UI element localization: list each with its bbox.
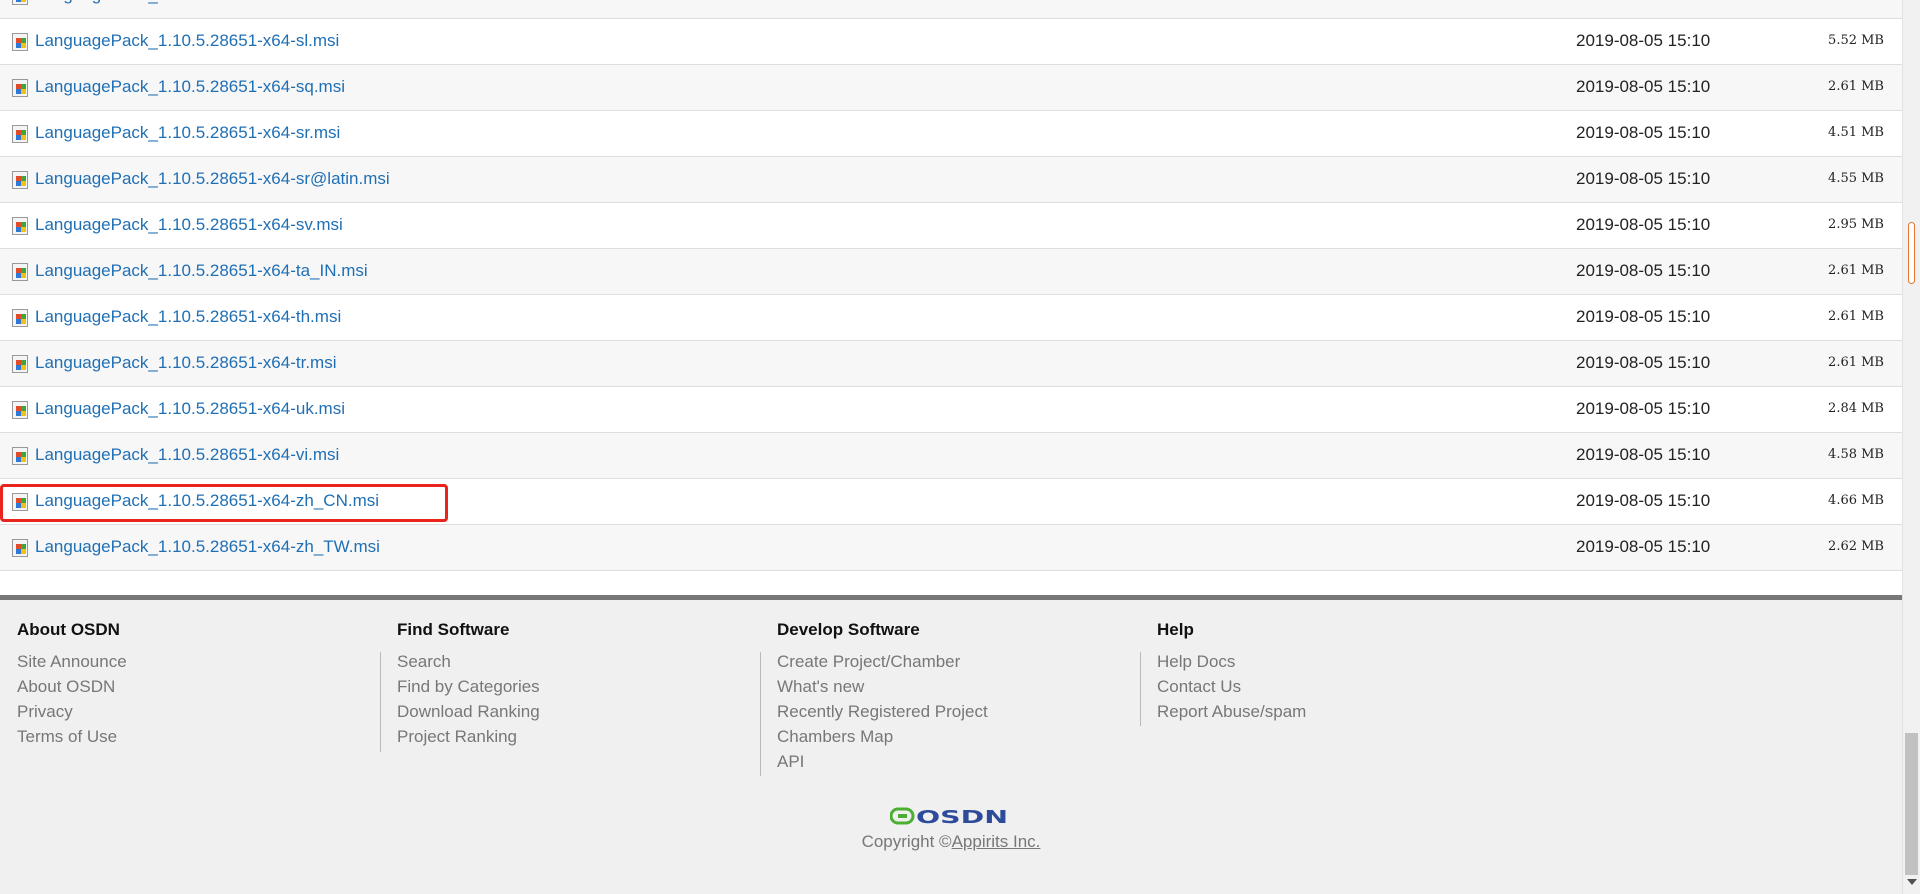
footer-link-api[interactable]: API bbox=[777, 752, 804, 772]
footer-link-find-by-categories[interactable]: Find by Categories bbox=[397, 677, 540, 697]
footer-link-whats-new[interactable]: What's new bbox=[777, 677, 864, 697]
file-download-link[interactable]: LanguagePack_1.10.5.28651-x64-sv.msi bbox=[35, 215, 343, 235]
footer-link-report-abuse[interactable]: Report Abuse/spam bbox=[1157, 702, 1306, 722]
file-download-link[interactable]: LanguagePack_1.10.5.28651-x64-sr.msi bbox=[35, 123, 340, 143]
file-date: 2019-08-05 15:10 bbox=[1576, 307, 1711, 326]
footer-link-help-docs[interactable]: Help Docs bbox=[1157, 652, 1235, 672]
footer-link-download-ranking[interactable]: Download Ranking bbox=[397, 702, 540, 722]
file-size: 5.52 MB bbox=[1828, 33, 1884, 48]
msi-file-icon bbox=[12, 309, 28, 327]
msi-file-icon bbox=[12, 217, 28, 235]
file-download-link[interactable]: LanguagePack_1.10.5.28651-x64-sk.msi bbox=[35, 0, 344, 5]
msi-file-icon bbox=[12, 33, 28, 51]
vertical-scrollbar[interactable] bbox=[1902, 0, 1920, 894]
footer-column-divider bbox=[760, 652, 761, 776]
footer-link-privacy[interactable]: Privacy bbox=[17, 702, 73, 722]
page-viewport: LanguagePack_1.10.5.28651-x64-sk.msi 2019… bbox=[0, 0, 1902, 894]
file-size: 3.57 MB bbox=[1828, 0, 1884, 2]
msi-file-icon bbox=[12, 0, 28, 5]
file-size: 2.62 MB bbox=[1828, 539, 1884, 554]
highlight-annotation-box bbox=[0, 484, 448, 522]
file-size: 2.95 MB bbox=[1828, 217, 1884, 232]
file-row: LanguagePack_1.10.5.28651-x64-th.msi 2019… bbox=[0, 295, 1902, 341]
file-row: LanguagePack_1.10.5.28651-x64-sr@latin.m… bbox=[0, 157, 1902, 203]
footer-column-title: About OSDN bbox=[17, 620, 120, 639]
file-row: LanguagePack_1.10.5.28651-x64-uk.msi 2019… bbox=[0, 387, 1902, 433]
file-date: 2019-08-05 15:10 bbox=[1576, 261, 1711, 280]
msi-file-icon bbox=[12, 171, 28, 189]
file-row: LanguagePack_1.10.5.28651-x64-sk.msi 2019… bbox=[0, 0, 1902, 19]
msi-file-icon bbox=[12, 447, 28, 465]
footer-link-chambers-map[interactable]: Chambers Map bbox=[777, 727, 893, 747]
file-size: 4.58 MB bbox=[1828, 447, 1884, 462]
file-date: 2019-08-05 15:10 bbox=[1576, 215, 1711, 234]
file-date: 2019-08-05 15:10 bbox=[1576, 399, 1711, 418]
copyright-text: Copyright © bbox=[861, 832, 952, 851]
file-size: 2.61 MB bbox=[1828, 263, 1884, 278]
file-size: 2.84 MB bbox=[1828, 401, 1884, 416]
site-footer: About OSDN Site Announce About OSDN Priv… bbox=[0, 595, 1902, 894]
footer-link-project-ranking[interactable]: Project Ranking bbox=[397, 727, 517, 747]
file-date: 2019-08-05 15:10 bbox=[1576, 0, 1710, 5]
file-size: 4.66 MB bbox=[1828, 493, 1884, 508]
footer-link-create-project[interactable]: Create Project/Chamber bbox=[777, 652, 960, 672]
file-row: LanguagePack_1.10.5.28651-x64-tr.msi 2019… bbox=[0, 341, 1902, 387]
file-size: 2.61 MB bbox=[1828, 79, 1884, 94]
file-size: 2.61 MB bbox=[1828, 309, 1884, 324]
file-date: 2019-08-05 15:10 bbox=[1576, 445, 1711, 464]
msi-file-icon bbox=[12, 539, 28, 557]
osdn-logo[interactable]: OSDN bbox=[890, 807, 1010, 825]
footer-column-title: Help bbox=[1157, 620, 1194, 639]
footer-link-site-announce[interactable]: Site Announce bbox=[17, 652, 127, 672]
file-download-link[interactable]: LanguagePack_1.10.5.28651-x64-uk.msi bbox=[35, 399, 345, 419]
msi-file-icon bbox=[12, 263, 28, 281]
appirits-link[interactable]: Appirits Inc. bbox=[952, 832, 1041, 851]
file-row: LanguagePack_1.10.5.28651-x64-sr.msi 2019… bbox=[0, 111, 1902, 157]
msi-file-icon bbox=[12, 401, 28, 419]
msi-file-icon bbox=[12, 125, 28, 143]
msi-file-icon bbox=[12, 355, 28, 373]
msi-file-icon bbox=[12, 79, 28, 97]
osdn-logo-text: OSDN bbox=[916, 807, 1008, 825]
file-download-link[interactable]: LanguagePack_1.10.5.28651-x64-ta_IN.msi bbox=[35, 261, 368, 281]
footer-link-about-osdn[interactable]: About OSDN bbox=[17, 677, 115, 697]
file-date: 2019-08-05 15:10 bbox=[1576, 169, 1711, 188]
file-date: 2019-08-05 15:10 bbox=[1576, 491, 1711, 510]
file-size: 2.61 MB bbox=[1828, 355, 1884, 370]
footer-column-divider bbox=[1140, 652, 1141, 726]
file-date: 2019-08-05 15:10 bbox=[1576, 537, 1711, 556]
file-download-link[interactable]: LanguagePack_1.10.5.28651-x64-vi.msi bbox=[35, 445, 339, 465]
file-row: LanguagePack_1.10.5.28651-x64-sl.msi 2019… bbox=[0, 19, 1902, 65]
scrollbar-thumb[interactable] bbox=[1905, 733, 1918, 875]
file-date: 2019-08-05 15:10 bbox=[1576, 353, 1711, 372]
footer-column-title: Find Software bbox=[397, 620, 510, 639]
file-row: LanguagePack_1.10.5.28651-x64-sv.msi 2019… bbox=[0, 203, 1902, 249]
file-row: LanguagePack_1.10.5.28651-x64-ta_IN.msi 2… bbox=[0, 249, 1902, 295]
footer-link-contact-us[interactable]: Contact Us bbox=[1157, 677, 1241, 697]
copyright-notice: Copyright ©Appirits Inc. bbox=[0, 832, 1902, 852]
file-size: 4.55 MB bbox=[1828, 171, 1884, 186]
footer-link-recently-registered[interactable]: Recently Registered Project bbox=[777, 702, 988, 722]
file-date: 2019-08-05 15:10 bbox=[1576, 123, 1711, 142]
file-date: 2019-08-05 15:10 bbox=[1576, 77, 1711, 96]
chevron-down-icon[interactable] bbox=[1907, 879, 1917, 885]
file-row: LanguagePack_1.10.5.28651-x64-sq.msi 2019… bbox=[0, 65, 1902, 111]
file-download-link[interactable]: LanguagePack_1.10.5.28651-x64-sr@latin.m… bbox=[35, 169, 390, 189]
scroll-position-marker bbox=[1908, 222, 1915, 284]
file-download-link[interactable]: LanguagePack_1.10.5.28651-x64-sl.msi bbox=[35, 31, 339, 51]
file-row: LanguagePack_1.10.5.28651-x64-zh_TW.msi 2… bbox=[0, 525, 1902, 571]
file-row: LanguagePack_1.10.5.28651-x64-vi.msi 2019… bbox=[0, 433, 1902, 479]
file-download-link[interactable]: LanguagePack_1.10.5.28651-x64-zh_TW.msi bbox=[35, 537, 380, 557]
file-download-link[interactable]: LanguagePack_1.10.5.28651-x64-sq.msi bbox=[35, 77, 345, 97]
footer-link-search[interactable]: Search bbox=[397, 652, 451, 672]
footer-column-title: Develop Software bbox=[777, 620, 920, 639]
footer-column-divider bbox=[380, 652, 381, 752]
file-download-link[interactable]: LanguagePack_1.10.5.28651-x64-tr.msi bbox=[35, 353, 336, 373]
file-size: 4.51 MB bbox=[1828, 125, 1884, 140]
file-date: 2019-08-05 15:10 bbox=[1576, 31, 1711, 50]
file-download-link[interactable]: LanguagePack_1.10.5.28651-x64-th.msi bbox=[35, 307, 341, 327]
footer-link-terms-of-use[interactable]: Terms of Use bbox=[17, 727, 117, 747]
